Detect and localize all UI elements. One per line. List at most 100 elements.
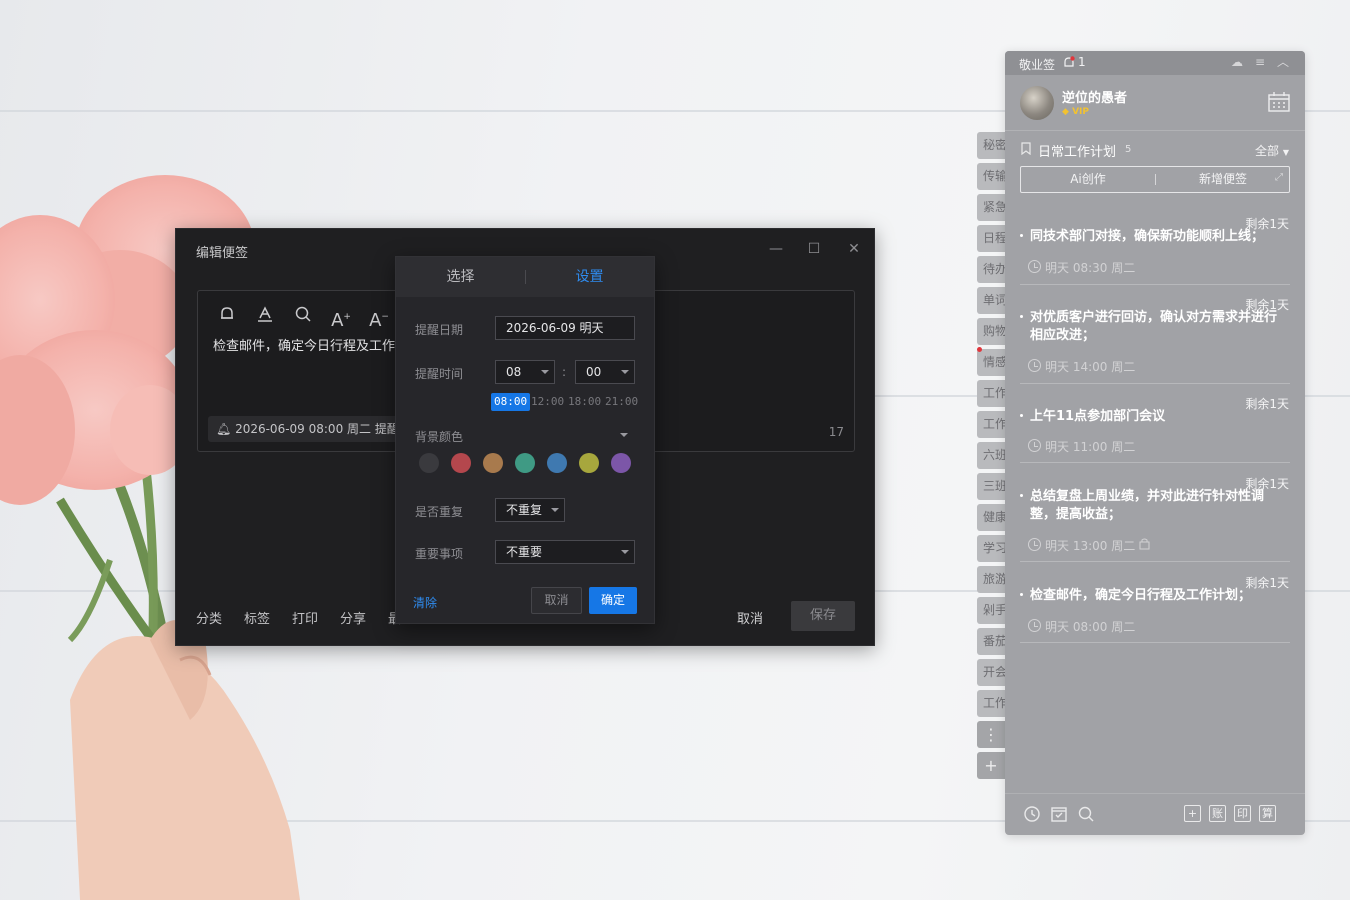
- filter-dropdown[interactable]: 全部 ▼: [1255, 142, 1289, 159]
- cancel-button[interactable]: 取消: [737, 608, 763, 627]
- share-link[interactable]: 分享: [340, 608, 366, 627]
- bell-icon: 🔔︎: [216, 422, 232, 436]
- side-tab-0[interactable]: 秘密: [977, 132, 1005, 159]
- chevron-down-icon: [551, 508, 559, 512]
- calendar-icon[interactable]: [1267, 91, 1291, 113]
- more-tabs-icon[interactable]: ⋮: [977, 721, 1005, 748]
- side-tab-17[interactable]: 开会: [977, 659, 1005, 686]
- side-tab-7[interactable]: 情感: [977, 349, 1005, 376]
- print-link[interactable]: 打印: [292, 608, 318, 627]
- vip-badge: ◆ VIP: [1062, 107, 1089, 117]
- side-tab-5[interactable]: 单词: [977, 287, 1005, 314]
- note-content: 检查邮件，确定今日行程及工作计划；: [1030, 588, 1252, 603]
- bell-icon[interactable]: [215, 305, 239, 329]
- note-content[interactable]: 检查邮件，确定今日行程及工作计划；: [213, 335, 398, 354]
- color-swatch-red[interactable]: [451, 453, 471, 473]
- char-count: 17: [828, 425, 844, 439]
- ai-create-button[interactable]: Ai创作: [1021, 167, 1155, 192]
- note-content: 上午11点参加部门会议: [1030, 409, 1166, 424]
- importance-value: 不重要: [506, 545, 543, 559]
- side-tab-6[interactable]: 购物: [977, 318, 1005, 345]
- side-tab-12[interactable]: 健康: [977, 504, 1005, 531]
- unread-dot: [977, 347, 982, 352]
- expand-icon[interactable]: ⤢: [1275, 172, 1283, 183]
- vip-label: VIP: [1072, 107, 1089, 117]
- panel-footer: + 账 印 算: [1005, 793, 1305, 835]
- todo-icon[interactable]: [1050, 805, 1068, 823]
- minimize-icon[interactable]: —: [766, 239, 786, 259]
- popup-ok-button[interactable]: 确定: [589, 587, 637, 614]
- color-swatch-gray[interactable]: [419, 453, 439, 473]
- date-input[interactable]: 2026-06-09 明天: [495, 316, 635, 340]
- side-tab-11[interactable]: 三班: [977, 473, 1005, 500]
- close-icon[interactable]: ✕: [844, 239, 864, 259]
- side-tab-16[interactable]: 番茄: [977, 628, 1005, 655]
- color-swatch-blue[interactable]: [547, 453, 567, 473]
- quick-time-2100[interactable]: 21:00: [602, 393, 641, 411]
- tag-link[interactable]: 标签: [244, 608, 270, 627]
- color-swatch-green[interactable]: [515, 453, 535, 473]
- hour-select[interactable]: 08: [495, 360, 555, 384]
- calculator-icon[interactable]: 算: [1259, 805, 1276, 822]
- clock-icon: [1028, 260, 1041, 273]
- account-icon[interactable]: 账: [1209, 805, 1226, 822]
- menu-icon[interactable]: ≡: [1252, 54, 1268, 70]
- minute-select[interactable]: 00: [575, 360, 635, 384]
- side-tab-2[interactable]: 紧急: [977, 194, 1005, 221]
- font-decrease-icon[interactable]: A−: [367, 305, 391, 331]
- side-tab-10[interactable]: 六班: [977, 442, 1005, 469]
- save-button[interactable]: 保存: [791, 601, 855, 631]
- color-swatch-purple[interactable]: [611, 453, 631, 473]
- color-swatch-brown[interactable]: [483, 453, 503, 473]
- new-note-button[interactable]: 新增便签: [1156, 167, 1290, 192]
- side-tab-1[interactable]: 传输: [977, 163, 1005, 190]
- side-tab-8[interactable]: 工作: [977, 380, 1005, 407]
- side-tab-9[interactable]: 工作: [977, 411, 1005, 438]
- reminder-chip[interactable]: 🔔︎ 2026-06-09 08:00 周二 提醒: [208, 416, 398, 442]
- quick-time-1800[interactable]: 18:00: [565, 393, 604, 411]
- clear-button[interactable]: 清除: [413, 594, 437, 611]
- repeat-select[interactable]: 不重复: [495, 498, 565, 522]
- category-title[interactable]: 日常工作计划: [1038, 141, 1116, 160]
- add-icon[interactable]: +: [1184, 805, 1201, 822]
- tab-settings[interactable]: 设置: [525, 257, 654, 297]
- quick-time-1200[interactable]: 12:00: [528, 393, 567, 411]
- note-time: 明天 08:30 周二: [1045, 261, 1136, 275]
- side-tab-4[interactable]: 待办: [977, 256, 1005, 283]
- collapse-icon[interactable]: ︿: [1275, 54, 1291, 70]
- print-icon[interactable]: 印: [1234, 805, 1251, 822]
- time-separator: :: [562, 365, 567, 379]
- repeat-value: 不重复: [506, 503, 543, 517]
- chevron-down-icon[interactable]: [620, 433, 628, 437]
- tab-select[interactable]: 选择: [396, 257, 525, 297]
- hour-value: 08: [506, 365, 522, 379]
- side-tab-13[interactable]: 学习: [977, 535, 1005, 562]
- username[interactable]: 逆位的愚者: [1062, 87, 1127, 106]
- search-icon[interactable]: [1077, 805, 1095, 823]
- bell-icon[interactable]: [1063, 56, 1075, 69]
- font-increase-icon[interactable]: A+: [329, 305, 353, 331]
- search-icon[interactable]: [291, 305, 315, 329]
- note-time: 明天 11:00 周二: [1045, 440, 1136, 454]
- clock-icon: [1028, 359, 1041, 372]
- color-swatch-olive[interactable]: [579, 453, 599, 473]
- history-icon[interactable]: [1023, 805, 1041, 823]
- importance-label: 重要事项: [415, 547, 464, 561]
- side-tab-18[interactable]: 工作: [977, 690, 1005, 717]
- bell-count: 1: [1078, 55, 1086, 69]
- time-label: 提醒时间: [415, 367, 464, 381]
- avatar[interactable]: [1020, 86, 1054, 120]
- side-tab-3[interactable]: 日程: [977, 225, 1005, 252]
- maximize-icon[interactable]: ☐: [804, 239, 824, 259]
- quick-time-0800[interactable]: 08:00: [491, 393, 531, 411]
- side-tab-15[interactable]: 剁手: [977, 597, 1005, 624]
- font-color-icon[interactable]: [253, 305, 277, 329]
- note-content: 对优质客户进行回访，确认对方需求并进行相应改进；: [1030, 310, 1278, 343]
- cloud-sync-icon[interactable]: ☁: [1229, 54, 1245, 70]
- note-time: 明天 13:00 周二: [1045, 539, 1136, 553]
- popup-cancel-button[interactable]: 取消: [531, 587, 582, 614]
- category-link[interactable]: 分类: [196, 608, 222, 627]
- side-tab-14[interactable]: 旅游: [977, 566, 1005, 593]
- importance-select[interactable]: 不重要: [495, 540, 635, 564]
- add-tab-icon[interactable]: +: [977, 752, 1005, 779]
